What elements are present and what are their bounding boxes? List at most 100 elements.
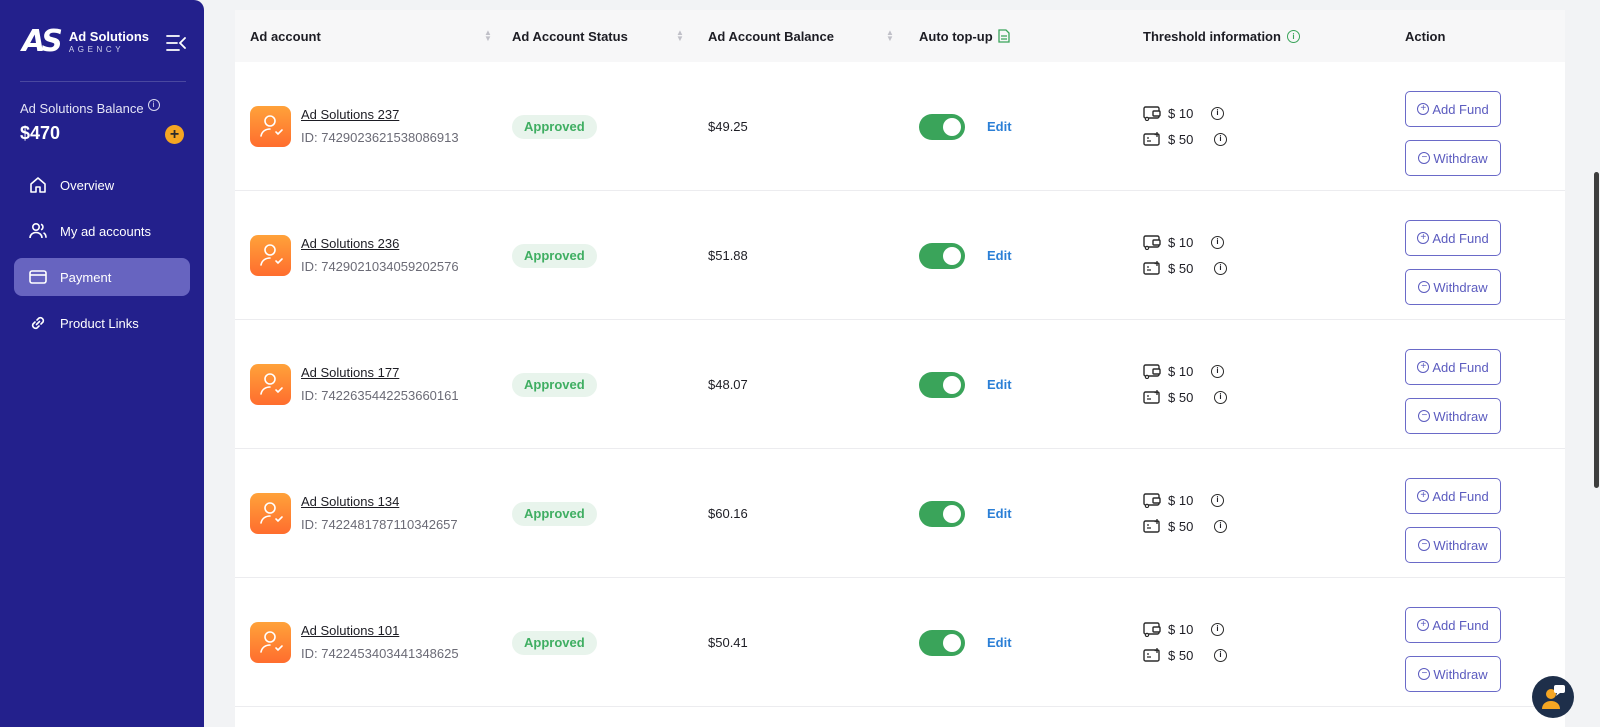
wallet-icon bbox=[1143, 622, 1161, 637]
sidebar-item-overview[interactable]: Overview bbox=[14, 166, 190, 204]
vertical-scrollbar[interactable] bbox=[1594, 172, 1599, 488]
threshold-min-value: $ 10 bbox=[1168, 105, 1194, 121]
sort-icon[interactable]: ▲ ▼ bbox=[676, 29, 684, 43]
sidebar-divider bbox=[20, 81, 186, 82]
info-icon[interactable]: i bbox=[147, 98, 160, 111]
auto-topup-toggle[interactable] bbox=[919, 372, 965, 398]
info-icon[interactable]: i bbox=[1211, 623, 1224, 636]
account-balance: $49.25 bbox=[708, 119, 748, 134]
info-icon[interactable]: i bbox=[1211, 494, 1224, 507]
info-icon[interactable]: i bbox=[1286, 29, 1300, 43]
account-id: ID: 7422635442253660161 bbox=[301, 388, 459, 403]
sidebar-item-payment[interactable]: Payment bbox=[14, 258, 190, 296]
brand-logo[interactable]: AS Ad Solutions AGENCY bbox=[22, 24, 149, 59]
status-badge: Approved bbox=[512, 631, 597, 655]
wallet-icon bbox=[1143, 235, 1161, 250]
info-icon[interactable]: i bbox=[1214, 262, 1227, 275]
info-icon[interactable]: i bbox=[1211, 365, 1224, 378]
auto-topup-toggle[interactable] bbox=[919, 501, 965, 527]
status-badge: Approved bbox=[512, 115, 597, 139]
account-name-link[interactable]: Ad Solutions 237 bbox=[301, 107, 399, 122]
account-avatar bbox=[250, 106, 291, 147]
account-avatar bbox=[250, 235, 291, 276]
threshold-min-value: $ 10 bbox=[1168, 363, 1194, 379]
withdraw-button[interactable]: − Withdraw bbox=[1405, 398, 1501, 434]
sidebar-item-my-ad-accounts[interactable]: My ad accounts bbox=[14, 212, 190, 250]
account-id: ID: 7422481787110342657 bbox=[301, 517, 458, 532]
withdraw-label: Withdraw bbox=[1433, 666, 1488, 682]
sidebar-item-label: Product Links bbox=[60, 315, 139, 331]
minus-circle-icon: − bbox=[1418, 668, 1431, 680]
column-header-label: Auto top-up bbox=[919, 28, 993, 44]
minus-circle-icon: − bbox=[1418, 152, 1431, 164]
threshold-topup: $ 50 bbox=[1143, 260, 1193, 276]
column-header-balance[interactable]: Ad Account Balance ▲ ▼ bbox=[708, 10, 908, 62]
withdraw-button[interactable]: − Withdraw bbox=[1405, 140, 1501, 176]
account-name-link[interactable]: Ad Solutions 101 bbox=[301, 623, 399, 638]
collapse-menu-icon[interactable] bbox=[166, 34, 186, 52]
status-badge: Approved bbox=[512, 244, 597, 268]
table-row: Ad Solutions 237 ID: 7429023621538086913… bbox=[235, 62, 1565, 191]
add-fund-label: Add Fund bbox=[1432, 230, 1489, 246]
topup-card-icon bbox=[1143, 261, 1160, 275]
chat-support-button[interactable] bbox=[1532, 676, 1574, 718]
add-fund-button[interactable]: + Add Fund bbox=[1405, 478, 1501, 514]
column-header-status[interactable]: Ad Account Status ▲ ▼ bbox=[512, 10, 692, 62]
sort-icon[interactable]: ▲ ▼ bbox=[484, 29, 492, 43]
account-name-link[interactable]: Ad Solutions 236 bbox=[301, 236, 399, 251]
users-icon bbox=[29, 222, 47, 239]
status-badge: Approved bbox=[512, 373, 597, 397]
logo-mark: AS bbox=[22, 24, 63, 59]
edit-topup-link[interactable]: Edit bbox=[987, 377, 1012, 392]
table-row: Ad Solutions 236 ID: 7429021034059202576… bbox=[235, 191, 1565, 320]
add-fund-button[interactable]: + Add Fund bbox=[1405, 349, 1501, 385]
edit-topup-link[interactable]: Edit bbox=[987, 506, 1012, 521]
document-icon[interactable] bbox=[997, 29, 1010, 43]
withdraw-button[interactable]: − Withdraw bbox=[1405, 656, 1501, 692]
threshold-topup-value: $ 50 bbox=[1168, 518, 1194, 534]
add-balance-button[interactable]: + bbox=[165, 125, 184, 144]
account-name-link[interactable]: Ad Solutions 134 bbox=[301, 494, 399, 509]
info-icon[interactable]: i bbox=[1214, 391, 1227, 404]
threshold-topup-value: $ 50 bbox=[1168, 260, 1194, 276]
account-balance: $50.41 bbox=[708, 635, 748, 650]
add-fund-button[interactable]: + Add Fund bbox=[1405, 220, 1501, 256]
info-icon[interactable]: i bbox=[1214, 133, 1227, 146]
add-fund-button[interactable]: + Add Fund bbox=[1405, 91, 1501, 127]
withdraw-label: Withdraw bbox=[1433, 279, 1488, 295]
plus-circle-icon: + bbox=[1417, 232, 1430, 244]
edit-topup-link[interactable]: Edit bbox=[987, 248, 1012, 263]
threshold-min: $ 10 bbox=[1143, 105, 1193, 121]
account-name-link[interactable]: Ad Solutions 177 bbox=[301, 365, 399, 380]
info-icon[interactable]: i bbox=[1214, 520, 1227, 533]
sort-icon[interactable]: ▲ ▼ bbox=[886, 29, 894, 43]
balance-label: Ad Solutions Balance i bbox=[20, 98, 160, 116]
withdraw-button[interactable]: − Withdraw bbox=[1405, 269, 1501, 305]
sidebar-item-product-links[interactable]: Product Links bbox=[14, 304, 190, 342]
minus-circle-icon: − bbox=[1418, 410, 1431, 422]
wallet-icon bbox=[1143, 106, 1161, 121]
threshold-min: $ 10 bbox=[1143, 621, 1193, 637]
account-balance: $60.16 bbox=[708, 506, 748, 521]
table-row: Ad Solutions 134 ID: 7422481787110342657… bbox=[235, 449, 1565, 578]
auto-topup-toggle[interactable] bbox=[919, 114, 965, 140]
info-icon[interactable]: i bbox=[1211, 107, 1224, 120]
withdraw-button[interactable]: − Withdraw bbox=[1405, 527, 1501, 563]
topup-card-icon bbox=[1143, 519, 1160, 533]
ad-accounts-table: Ad account ▲ ▼ Ad Account Status ▲ ▼ Ad Ac… bbox=[235, 10, 1565, 727]
edit-topup-link[interactable]: Edit bbox=[987, 635, 1012, 650]
threshold-min-value: $ 10 bbox=[1168, 621, 1194, 637]
add-fund-label: Add Fund bbox=[1432, 488, 1489, 504]
auto-topup-toggle[interactable] bbox=[919, 630, 965, 656]
column-header-ad-account[interactable]: Ad account ▲ ▼ bbox=[250, 10, 500, 62]
edit-topup-link[interactable]: Edit bbox=[987, 119, 1012, 134]
info-icon[interactable]: i bbox=[1214, 649, 1227, 662]
sidebar: AS Ad Solutions AGENCY Ad Solutions Bala… bbox=[0, 0, 204, 727]
minus-circle-icon: − bbox=[1418, 281, 1431, 293]
column-header-action: Action bbox=[1405, 10, 1445, 62]
add-fund-button[interactable]: + Add Fund bbox=[1405, 607, 1501, 643]
auto-topup-toggle[interactable] bbox=[919, 243, 965, 269]
info-icon[interactable]: i bbox=[1211, 236, 1224, 249]
withdraw-label: Withdraw bbox=[1433, 408, 1488, 424]
add-fund-label: Add Fund bbox=[1432, 359, 1489, 375]
